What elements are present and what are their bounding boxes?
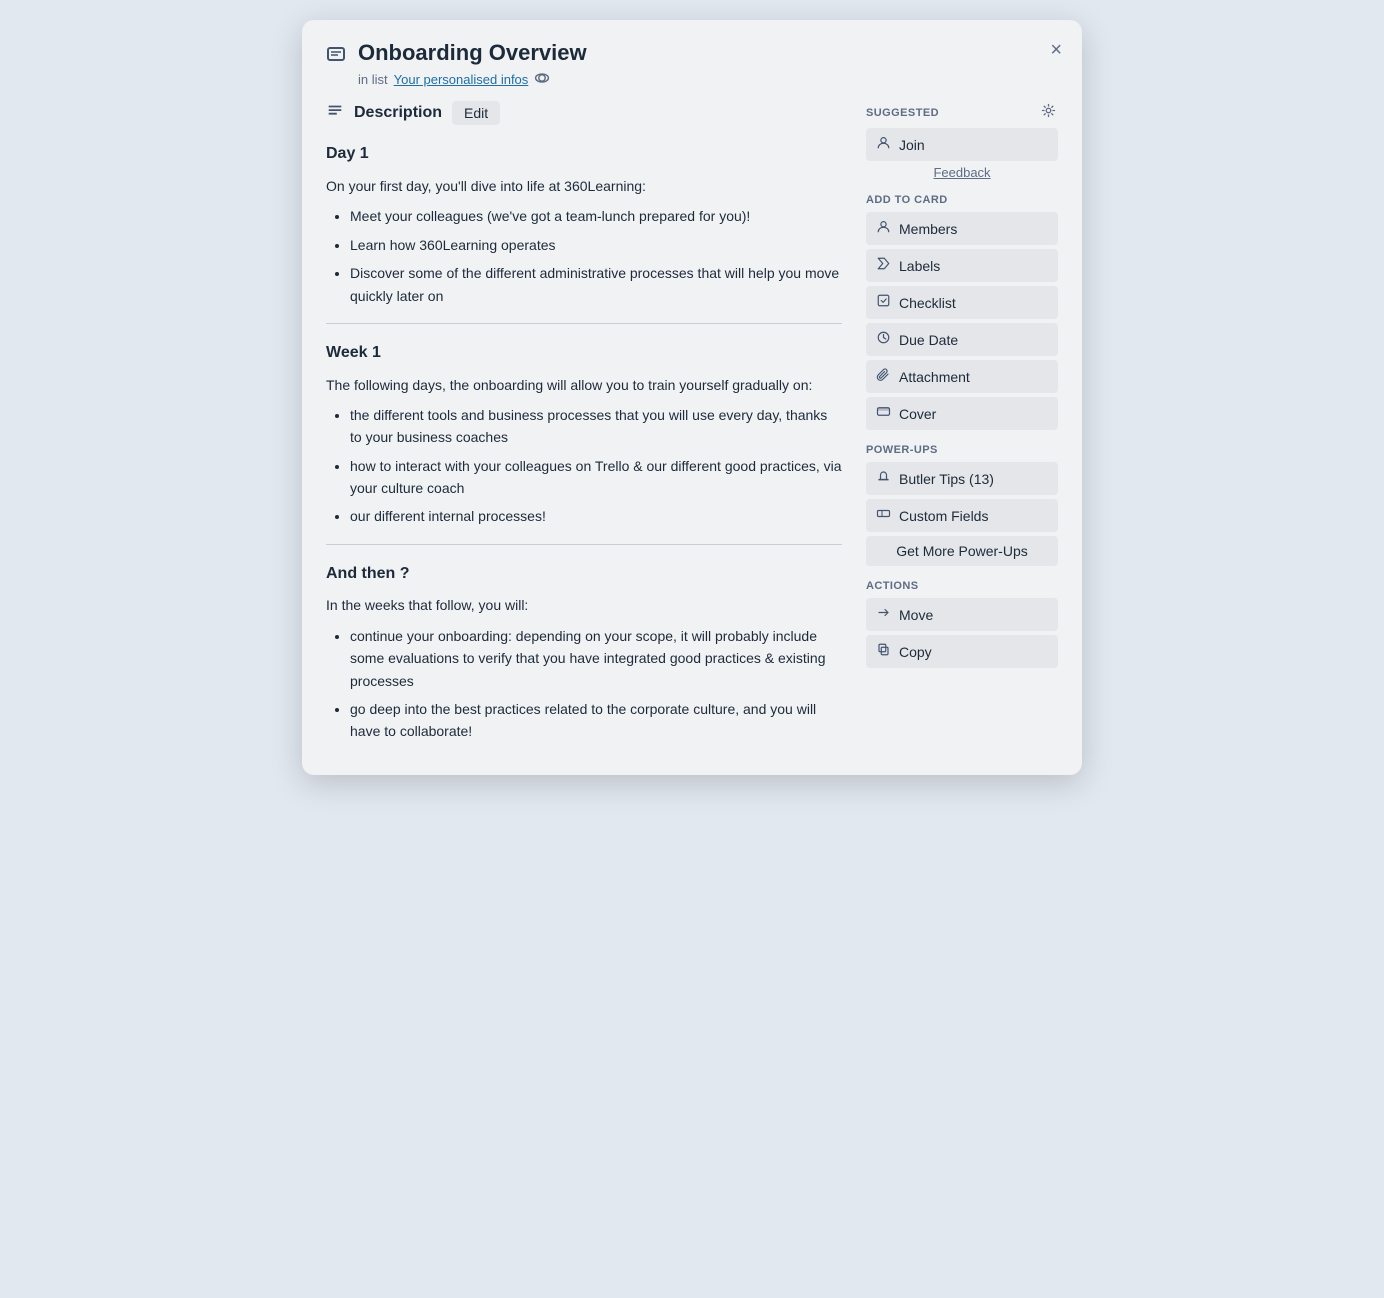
- members-button[interactable]: Members: [866, 212, 1058, 245]
- custom-fields-label: Custom Fields: [899, 508, 988, 524]
- week1-intro: The following days, the onboarding will …: [326, 374, 842, 396]
- day1-list: Meet your colleagues (we've got a team-l…: [326, 205, 842, 307]
- labels-icon: [876, 256, 891, 275]
- week1-list: the different tools and business process…: [326, 404, 842, 528]
- divider: [326, 544, 842, 545]
- members-label: Members: [899, 221, 957, 237]
- andthen-heading: And then ?: [326, 561, 842, 587]
- attachment-label: Attachment: [899, 369, 970, 385]
- cover-button[interactable]: Cover: [866, 397, 1058, 430]
- attachment-button[interactable]: Attachment: [866, 360, 1058, 393]
- modal-body: Description Edit Day 1 On your first day…: [302, 101, 1082, 774]
- divider: [326, 323, 842, 324]
- description-title: Description: [354, 104, 442, 122]
- move-label: Move: [899, 607, 933, 623]
- day1-intro: On your first day, you'll dive into life…: [326, 175, 842, 197]
- move-icon: [876, 605, 891, 624]
- cover-label: Cover: [899, 406, 936, 422]
- labels-label: Labels: [899, 258, 940, 274]
- butler-tips-button[interactable]: Butler Tips (13): [866, 462, 1058, 495]
- add-to-card-label: ADD TO CARD: [866, 194, 1058, 206]
- list-item: the different tools and business process…: [350, 404, 842, 449]
- list-item: continue your onboarding: depending on y…: [350, 625, 842, 692]
- labels-button[interactable]: Labels: [866, 249, 1058, 282]
- description-header: Description Edit: [326, 101, 842, 125]
- get-more-button[interactable]: Get More Power-Ups: [866, 536, 1058, 566]
- close-button[interactable]: ×: [1046, 36, 1066, 64]
- clock-icon: [876, 330, 891, 349]
- description-icon: [326, 102, 344, 125]
- watch-icon[interactable]: [534, 70, 550, 89]
- join-label: Join: [899, 137, 925, 153]
- list-item: go deep into the best practices related …: [350, 698, 842, 743]
- sidebar: SUGGESTED Join Feedback ADD TO CARD Memb…: [866, 101, 1058, 750]
- copy-button[interactable]: Copy: [866, 635, 1058, 668]
- week1-heading: Week 1: [326, 340, 842, 366]
- checklist-button[interactable]: Checklist: [866, 286, 1058, 319]
- power-ups-label: POWER-UPS: [866, 444, 1058, 456]
- card-title: Onboarding Overview: [358, 40, 1058, 66]
- join-button[interactable]: Join: [866, 128, 1058, 161]
- copy-icon: [876, 642, 891, 661]
- card-icon: [326, 44, 346, 69]
- butler-tips-label: Butler Tips (13): [899, 471, 994, 487]
- copy-label: Copy: [899, 644, 932, 660]
- main-content: Description Edit Day 1 On your first day…: [326, 101, 866, 750]
- actions-label: ACTIONS: [866, 580, 1058, 592]
- checklist-icon: [876, 293, 891, 312]
- card-subtitle: in list Your personalised infos: [358, 70, 1058, 89]
- edit-button[interactable]: Edit: [452, 101, 500, 125]
- members-icon: [876, 219, 891, 238]
- list-item: how to interact with your colleagues on …: [350, 455, 842, 500]
- checklist-label: Checklist: [899, 295, 956, 311]
- list-item: Discover some of the different administr…: [350, 262, 842, 307]
- list-link[interactable]: Your personalised infos: [394, 72, 529, 87]
- custom-fields-icon: [876, 506, 891, 525]
- move-button[interactable]: Move: [866, 598, 1058, 631]
- title-block: Onboarding Overview in list Your persona…: [358, 40, 1058, 89]
- list-item: Meet your colleagues (we've got a team-l…: [350, 205, 842, 227]
- subtitle-prefix: in list: [358, 72, 388, 87]
- due-date-label: Due Date: [899, 332, 958, 348]
- day1-heading: Day 1: [326, 141, 842, 167]
- attachment-icon: [876, 367, 891, 386]
- andthen-intro: In the weeks that follow, you will:: [326, 594, 842, 616]
- butler-icon: [876, 469, 891, 488]
- list-item: Learn how 360Learning operates: [350, 234, 842, 256]
- card-modal: Onboarding Overview in list Your persona…: [302, 20, 1082, 775]
- suggested-label: SUGGESTED: [866, 107, 939, 119]
- cover-icon: [876, 404, 891, 423]
- due-date-button[interactable]: Due Date: [866, 323, 1058, 356]
- content-area: Day 1 On your first day, you'll dive int…: [326, 141, 842, 742]
- andthen-list: continue your onboarding: depending on y…: [326, 625, 842, 743]
- suggested-row: SUGGESTED: [866, 101, 1058, 124]
- list-item: our different internal processes!: [350, 505, 842, 527]
- person-icon: [876, 135, 891, 154]
- feedback-link[interactable]: Feedback: [866, 165, 1058, 180]
- modal-header: Onboarding Overview in list Your persona…: [302, 20, 1082, 101]
- gear-button[interactable]: [1039, 101, 1058, 124]
- custom-fields-button[interactable]: Custom Fields: [866, 499, 1058, 532]
